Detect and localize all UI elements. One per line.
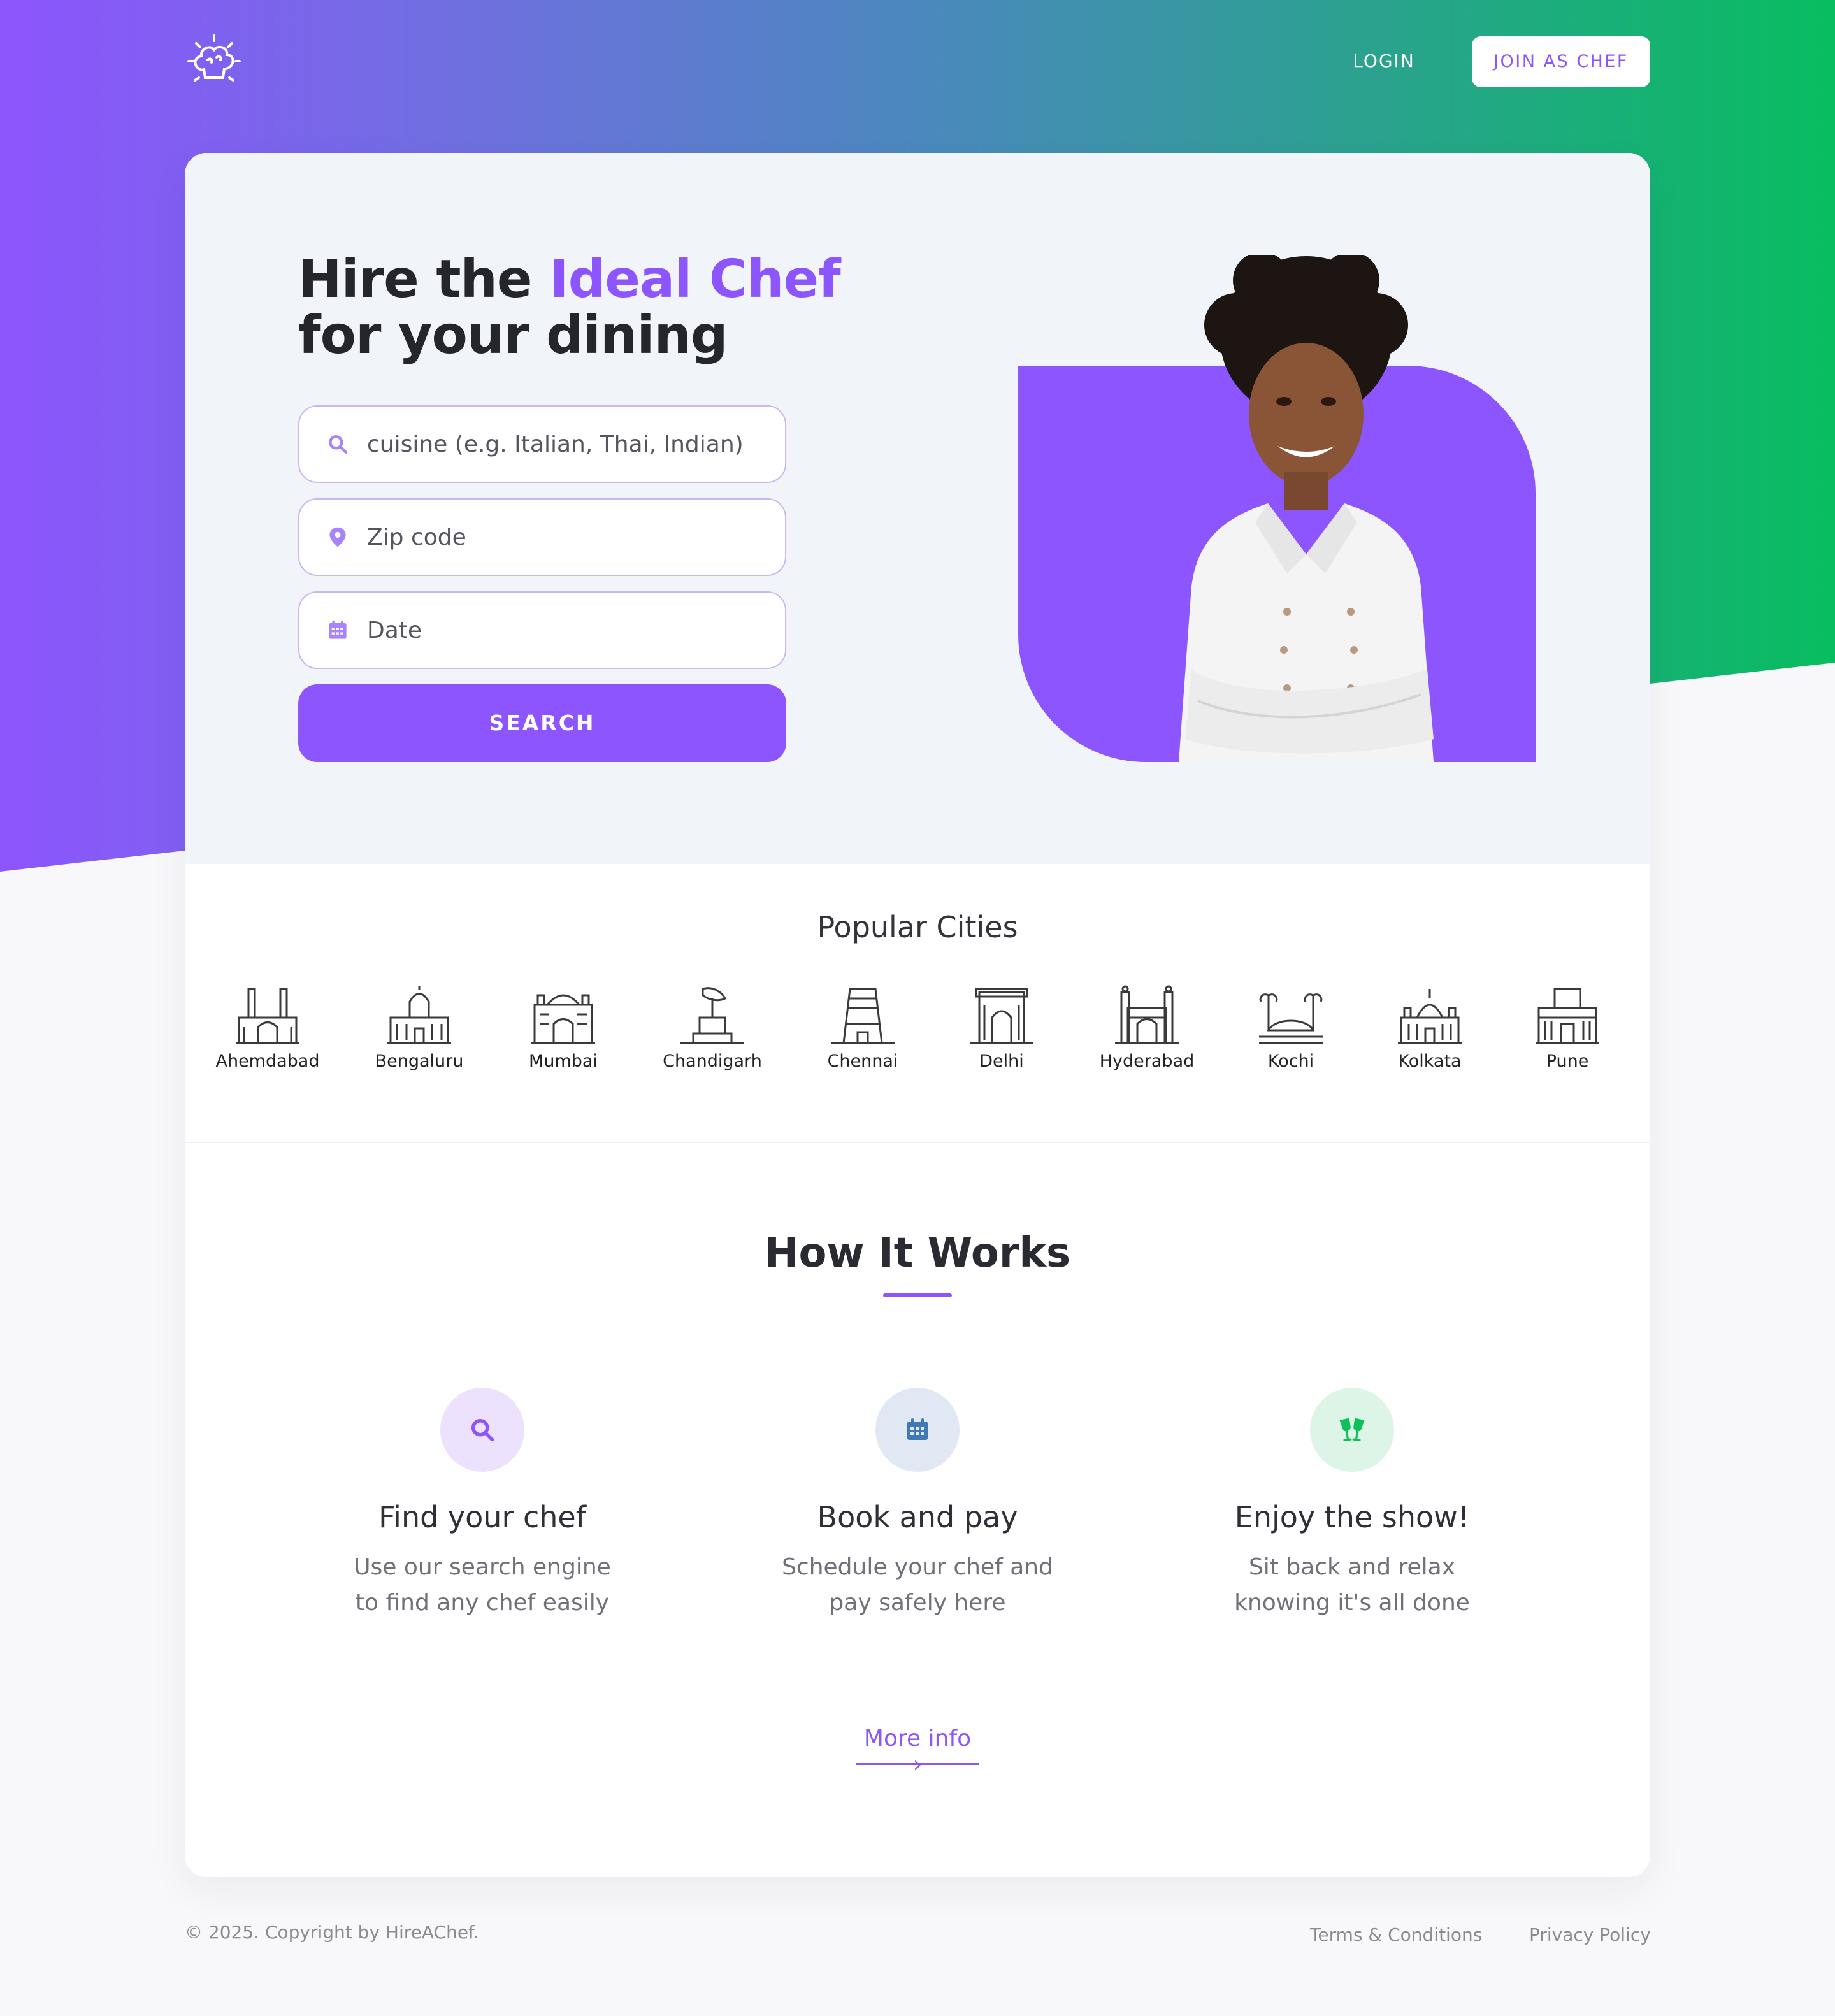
step-find-chef: Find your chef Use our search engine to … [304,1388,661,1621]
chef-hat-logo-icon[interactable] [185,32,242,89]
chandigarh-landmark-icon [680,987,744,1044]
step-description-line1: Sit back and relax [1248,1554,1456,1580]
step-description-line2: to find any chef easily [355,1590,610,1616]
join-as-chef-button[interactable]: JOIN AS CHEF [1472,36,1650,87]
more-info-link[interactable]: More info › [856,1725,979,1778]
city-delhi[interactable]: Delhi [932,983,1072,1071]
step-title: Book and pay [817,1500,1018,1534]
city-label: Kolkata [1398,1051,1462,1071]
step-title: Find your chef [378,1500,586,1534]
hero-title: Hire the Ideal Chef for your dining [298,252,872,364]
city-chennai[interactable]: Chennai [793,983,933,1071]
zip-placeholder: Zip code [367,524,466,551]
city-hyderabad[interactable]: Hyderabad [1077,983,1217,1071]
city-label: Pune [1546,1051,1589,1071]
mumbai-landmark-icon [531,994,595,1044]
title-underline [883,1293,952,1297]
city-mumbai[interactable]: Mumbai [493,983,633,1071]
step-description-line1: Schedule your chef and [782,1554,1053,1580]
cheers-glasses-icon [1310,1388,1394,1472]
city-label: Ahemdabad [215,1051,320,1071]
login-link[interactable]: LOGIN [1338,42,1430,80]
city-bengaluru[interactable]: Bengaluru [349,983,489,1071]
search-icon [325,431,350,457]
step-description-line2: knowing it's all done [1234,1590,1470,1616]
calendar-icon [875,1388,960,1472]
step-description: Use our search engine to find any chef e… [304,1550,661,1621]
how-it-works-title: How It Works [764,1230,1071,1277]
zip-code-input[interactable]: Zip code [298,498,786,576]
city-label: Delhi [979,1051,1024,1071]
search-icon [440,1388,524,1472]
terms-link[interactable]: Terms & Conditions [1310,1924,1482,1945]
hero-title-part2: for your dining [298,305,728,366]
city-label: Chennai [827,1051,898,1071]
calendar-icon [325,617,350,643]
hyderabad-landmark-icon [1115,985,1179,1044]
popular-cities-title: Popular Cities [817,910,1018,944]
city-label: Bengaluru [375,1051,464,1071]
kochi-landmark-icon [1259,993,1323,1044]
hero-title-accent: Ideal Chef [549,249,841,310]
main-card: Hire the Ideal Chef for your dining cuis… [185,153,1650,1877]
step-description: Schedule your chef and pay safely here [739,1550,1096,1621]
city-label: Kochi [1267,1051,1314,1071]
step-description-line1: Use our search engine [354,1554,611,1580]
chef-photo [1096,252,1491,762]
date-placeholder: Date [367,617,422,644]
city-chandigarh[interactable]: Chandigarh [642,983,782,1071]
pune-landmark-icon [1536,988,1599,1044]
city-kochi[interactable]: Kochi [1221,983,1361,1071]
location-pin-icon [325,524,350,550]
step-description-line2: pay safely here [829,1590,1006,1616]
delhi-landmark-icon [970,988,1033,1044]
copyright-text: © 2025. Copyright by HireAChef. [185,1922,479,1943]
city-ahemdabad[interactable]: Ahemdabad [198,983,338,1071]
step-title: Enjoy the show! [1234,1500,1470,1534]
date-input[interactable]: Date [298,591,786,669]
city-label: Mumbai [529,1051,598,1071]
privacy-link[interactable]: Privacy Policy [1529,1924,1651,1945]
city-label: Hyderabad [1099,1051,1195,1071]
cuisine-search-input[interactable]: cuisine (e.g. Italian, Thai, Indian) [298,405,786,483]
city-label: Chandigarh [663,1051,762,1071]
step-book-pay: Book and pay Schedule your chef and pay … [739,1388,1096,1621]
section-divider [185,1142,1650,1143]
bengaluru-landmark-icon [387,986,451,1044]
hero-section: Hire the Ideal Chef for your dining cuis… [185,153,1650,864]
hero-title-part1: Hire the [298,249,550,310]
city-pune[interactable]: Pune [1497,983,1637,1071]
ahmedabad-landmark-icon [236,988,299,1044]
step-description: Sit back and relax knowing it's all done [1174,1550,1530,1621]
search-button[interactable]: SEARCH [298,684,786,762]
kolkata-landmark-icon [1398,989,1462,1044]
cuisine-placeholder: cuisine (e.g. Italian, Thai, Indian) [367,431,744,457]
step-enjoy-show: Enjoy the show! Sit back and relax knowi… [1174,1388,1530,1621]
city-kolkata[interactable]: Kolkata [1360,983,1500,1071]
chennai-landmark-icon [831,988,895,1044]
